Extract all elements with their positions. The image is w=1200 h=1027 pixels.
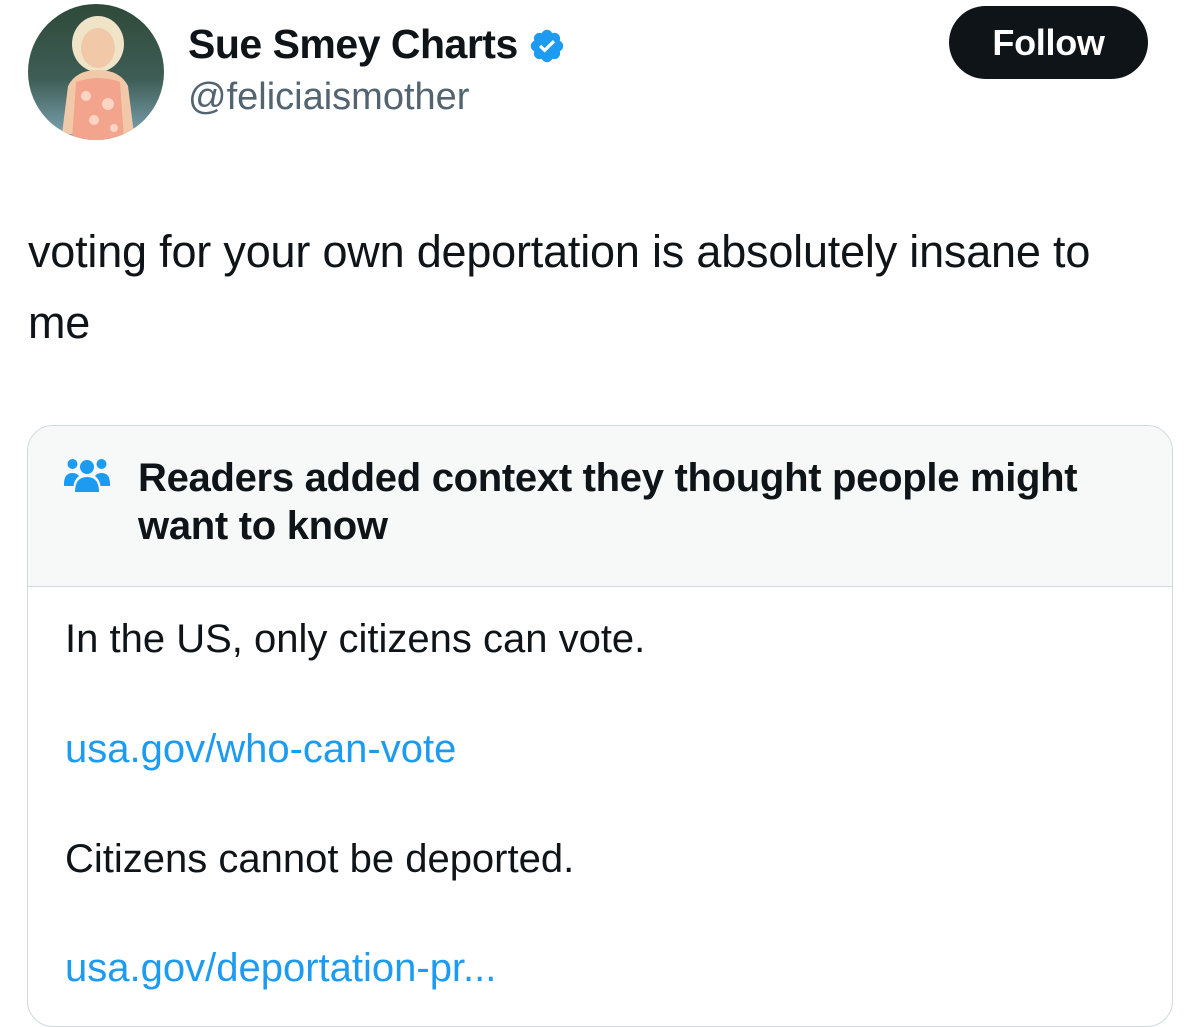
note-text: In the US, only citizens can vote. bbox=[65, 617, 646, 661]
display-name[interactable]: Sue Smey Charts bbox=[188, 21, 518, 68]
note-link[interactable]: usa.gov/deportation-pr... bbox=[65, 946, 496, 991]
note-text: Citizens cannot be deported. bbox=[65, 837, 575, 881]
verified-icon[interactable] bbox=[528, 27, 566, 65]
author-name-row[interactable]: Sue Smey Charts bbox=[188, 18, 566, 70]
note-link[interactable]: usa.gov/who-can-vote bbox=[65, 727, 456, 772]
author-handle[interactable]: @feliciaismother bbox=[188, 76, 469, 119]
community-note-card[interactable]: Readers added context they thought peopl… bbox=[27, 425, 1173, 1027]
tweet-text: voting for your own deportation is absol… bbox=[28, 226, 1091, 348]
avatar-image bbox=[28, 4, 164, 140]
community-note-title: Readers added context they thought peopl… bbox=[138, 456, 1078, 548]
avatar[interactable] bbox=[28, 4, 164, 140]
follow-button[interactable]: Follow bbox=[949, 6, 1148, 79]
community-note-header[interactable]: Readers added context they thought peopl… bbox=[28, 426, 1172, 587]
people-icon bbox=[64, 456, 110, 496]
